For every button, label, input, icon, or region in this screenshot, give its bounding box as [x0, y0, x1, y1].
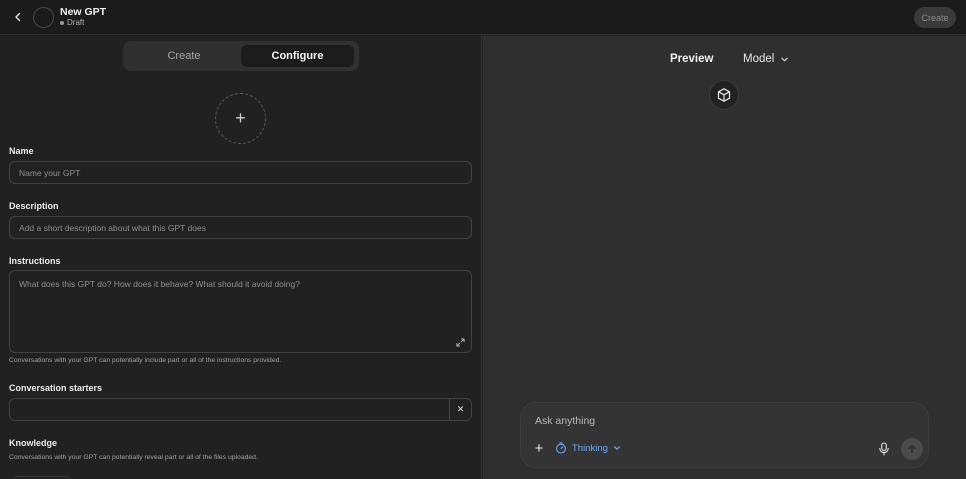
top-bar: New GPT Draft Create — [0, 0, 966, 35]
close-icon: ✕ — [456, 404, 465, 414]
tab-configure[interactable]: Configure — [241, 45, 354, 67]
name-placeholder: Name your GPT — [19, 167, 81, 178]
timer-icon — [556, 442, 566, 454]
thinking-label: Thinking — [572, 442, 608, 454]
cube-icon — [717, 88, 731, 102]
back-button[interactable] — [9, 8, 27, 26]
preview-panel: Preview Model Ask anything + Thinking — [483, 36, 966, 479]
model-label: Model — [743, 53, 775, 65]
chevron-down-icon — [613, 446, 620, 450]
gpt-avatar-placeholder[interactable] — [33, 7, 54, 28]
expand-icon[interactable] — [456, 338, 465, 347]
starters-label: Conversation starters — [9, 383, 103, 393]
instructions-field[interactable]: What does this GPT do? How does it behav… — [9, 270, 472, 353]
mode-tabs: Create Configure — [123, 41, 359, 71]
gpt-avatar — [709, 80, 739, 110]
tab-create[interactable]: Create — [127, 45, 241, 67]
status-text: Draft — [67, 18, 85, 27]
chat-input[interactable]: Ask anything — [535, 415, 595, 427]
instructions-placeholder: What does this GPT do? How does it behav… — [19, 279, 300, 289]
description-placeholder: Add a short description about what this … — [19, 222, 206, 233]
chevron-left-icon — [15, 12, 21, 22]
send-button[interactable] — [901, 438, 923, 460]
conversation-starter-input[interactable]: ✕ — [9, 398, 472, 421]
description-label: Description — [9, 201, 59, 211]
name-field[interactable]: Name your GPT — [9, 161, 472, 184]
model-dropdown[interactable]: Model — [743, 53, 789, 65]
plus-icon: + — [235, 108, 246, 128]
remove-starter-button[interactable]: ✕ — [449, 399, 471, 420]
preview-title: Preview — [670, 53, 714, 65]
knowledge-helper: Conversations with your GPT can potentia… — [9, 454, 258, 461]
arrow-up-icon — [908, 444, 916, 454]
instructions-helper: Conversations with your GPT can potentia… — [9, 357, 282, 364]
title-block: New GPT Draft — [60, 6, 106, 28]
microphone-icon[interactable] — [878, 442, 890, 456]
instructions-label: Instructions — [9, 256, 61, 266]
status-badge: Draft — [60, 18, 106, 28]
attach-button[interactable]: + — [532, 439, 546, 457]
create-button[interactable]: Create — [914, 7, 956, 28]
upload-image-button[interactable]: + — [215, 93, 266, 144]
page-title: New GPT — [60, 6, 107, 18]
status-dot-icon — [60, 21, 64, 25]
configure-panel: Create Configure + Name Name your GPT De… — [0, 36, 482, 479]
description-field[interactable]: Add a short description about what this … — [9, 216, 472, 239]
thinking-mode-button[interactable]: Thinking — [555, 440, 621, 456]
chevron-down-icon — [781, 57, 789, 61]
name-label: Name — [9, 146, 34, 156]
knowledge-label: Knowledge — [9, 438, 58, 448]
plus-icon: + — [534, 439, 544, 457]
chat-composer: Ask anything + Thinking — [520, 402, 929, 468]
